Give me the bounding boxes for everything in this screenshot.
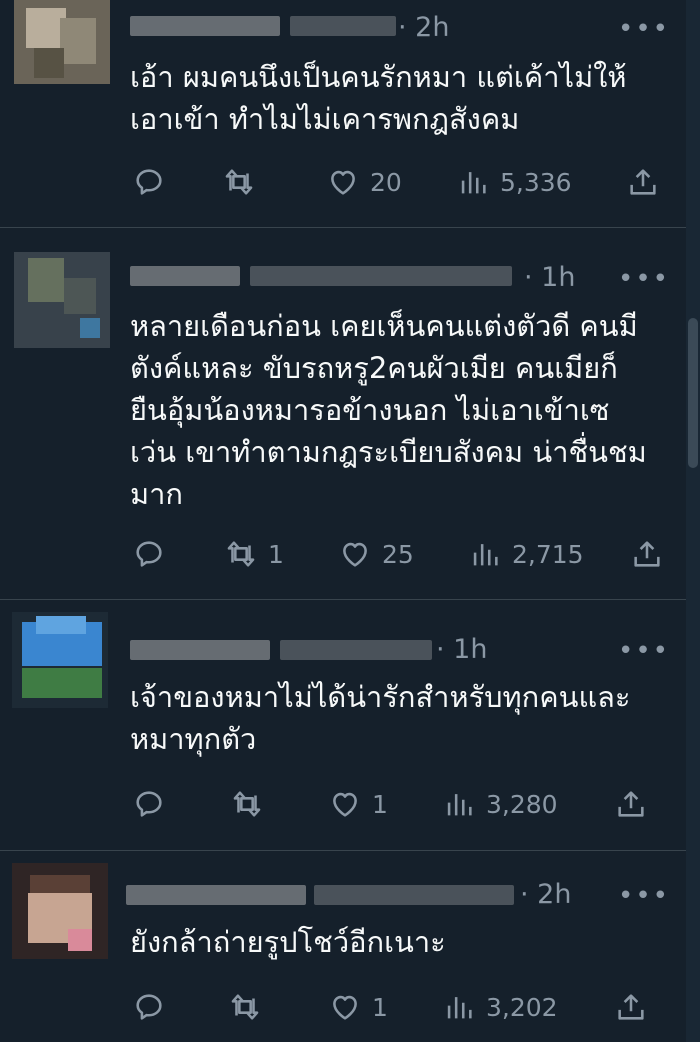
view-count: 2,715 [512, 539, 584, 569]
retweet-button[interactable] [230, 784, 274, 824]
more-dots-icon[interactable]: ••• [618, 264, 670, 294]
like-button[interactable]: 20 [326, 162, 402, 202]
blurred-username [130, 16, 280, 36]
more-dots-icon[interactable]: ••• [618, 636, 670, 666]
blurred-username [130, 640, 270, 660]
more-dots-icon[interactable]: ••• [618, 881, 670, 911]
action-bar: 1 3,202 [130, 987, 670, 1027]
action-bar: 1 25 2,715 [130, 534, 670, 574]
reply-text: เจ้าของหมาไม่ได้น่ารักสำหรับทุกคนและ หมา… [130, 680, 631, 756]
heart-icon [333, 792, 357, 817]
reply-tweet[interactable]: · 1h ••• เจ้าของหมาไม่ได้น่ารักสำหรับทุก… [0, 600, 686, 850]
avatar[interactable] [14, 0, 110, 84]
scrollbar-thumb[interactable] [688, 318, 698, 468]
like-count: 1 [372, 992, 388, 1022]
retweet-button[interactable] [222, 162, 266, 202]
action-bar: 1 3,280 [130, 784, 670, 824]
more-dots-icon[interactable]: ••• [618, 14, 670, 44]
share-button[interactable] [614, 987, 648, 1027]
reply-text: ยังกล้าถ่ายรูปโชว์อีกเนาะ [130, 925, 446, 959]
retweet-count: 1 [268, 539, 284, 569]
view-count: 3,202 [486, 992, 558, 1022]
retweet-icon [231, 994, 259, 1020]
views-button[interactable]: 3,280 [442, 784, 558, 824]
heart-icon [331, 170, 355, 195]
reply-text: หลายเดือนก่อน เคยเห็นคนแต่งตัวดี คนมี ตั… [130, 309, 647, 511]
views-button[interactable]: 2,715 [468, 534, 584, 574]
share-button[interactable] [614, 784, 648, 824]
view-count: 5,336 [500, 167, 572, 197]
retweet-icon [225, 169, 253, 195]
reply-tweet[interactable]: · 2h ••• เอ้า ผมคนนึงเป็นคนรักหมา แต่เค้… [0, 0, 686, 227]
like-button[interactable]: 1 [328, 784, 388, 824]
share-icon [618, 791, 644, 817]
avatar[interactable] [12, 863, 108, 959]
bar-chart-icon [461, 172, 486, 194]
share-icon [630, 169, 656, 195]
reply-tweet[interactable]: · 2h ••• ยังกล้าถ่ายรูปโชว์อีกเนาะ 1 3,2… [0, 851, 686, 1042]
share-icon [618, 994, 644, 1020]
bar-chart-icon [447, 997, 472, 1019]
speech-bubble-icon [136, 169, 162, 195]
heart-icon [343, 542, 367, 567]
blurred-username [126, 885, 306, 905]
timestamp[interactable]: · 1h [436, 634, 487, 665]
speech-bubble-icon [136, 541, 162, 567]
heart-icon [333, 995, 357, 1020]
scrollbar[interactable] [686, 0, 700, 1042]
view-count: 3,280 [486, 789, 558, 819]
speech-bubble-icon [136, 791, 162, 817]
blurred-username [130, 266, 240, 286]
retweet-icon [227, 541, 255, 567]
like-button[interactable]: 1 [328, 987, 388, 1027]
reply-text: เอ้า ผมคนนึงเป็นคนรักหมา แต่เค้าไม่ให้ เ… [130, 60, 627, 136]
reply-button[interactable] [132, 162, 166, 202]
blurred-handle [290, 16, 396, 36]
like-count: 1 [372, 789, 388, 819]
views-button[interactable]: 3,202 [442, 987, 558, 1027]
like-count: 25 [382, 539, 414, 569]
avatar[interactable] [14, 252, 110, 348]
blurred-handle [314, 885, 514, 905]
retweet-button[interactable]: 1 [224, 534, 284, 574]
reply-button[interactable] [132, 534, 166, 574]
share-button[interactable] [630, 534, 664, 574]
timestamp[interactable]: · 2h [520, 879, 571, 910]
retweet-icon [233, 791, 261, 817]
retweet-button[interactable] [228, 987, 272, 1027]
views-button[interactable]: 5,336 [456, 162, 572, 202]
blurred-handle [250, 266, 512, 286]
timestamp[interactable]: · 1h [524, 262, 575, 293]
reply-button[interactable] [132, 784, 166, 824]
like-button[interactable]: 25 [338, 534, 414, 574]
blurred-handle [280, 640, 432, 660]
avatar[interactable] [12, 612, 108, 708]
like-count: 20 [370, 167, 402, 197]
action-bar: 20 5,336 [130, 162, 670, 202]
share-button[interactable] [626, 162, 660, 202]
speech-bubble-icon [136, 994, 162, 1020]
share-icon [634, 541, 660, 567]
reply-button[interactable] [132, 987, 166, 1027]
timestamp[interactable]: · 2h [398, 12, 449, 43]
reply-tweet[interactable]: · 1h ••• หลายเดือนก่อน เคยเห็นคนแต่งตัวด… [0, 228, 686, 599]
bar-chart-icon [447, 794, 472, 816]
bar-chart-icon [473, 544, 498, 566]
